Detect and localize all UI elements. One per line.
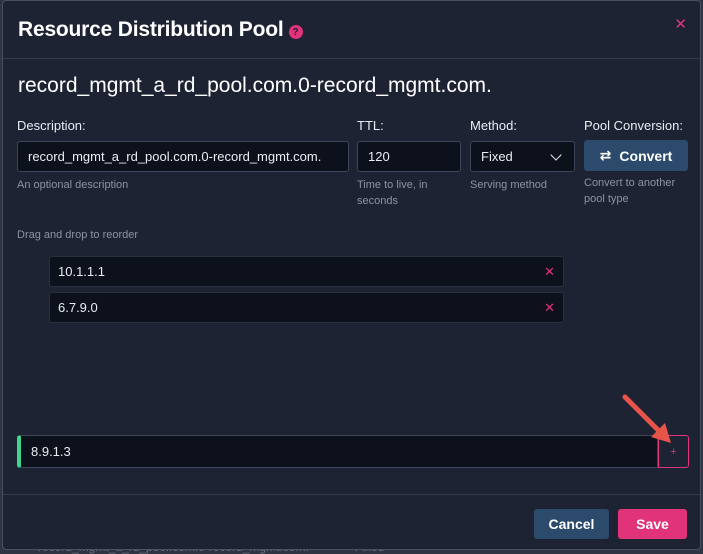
cancel-button[interactable]: Cancel [534,509,609,539]
pool-conversion-help-line1: Convert to another [584,177,676,189]
header-divider [3,58,700,59]
footer-divider [3,494,700,495]
method-label: Method: [470,118,517,133]
modal-header: Resource Distribution Pool ? [18,18,303,42]
swap-arrows-icon: ⇄ [599,147,612,163]
description-input[interactable]: record_mgmt_a_rd_pool.com.0-record_mgmt.… [17,141,349,172]
pool-item[interactable]: 10.1.1.1 ✕ [49,256,564,287]
description-label: Description: [17,118,86,133]
remove-icon[interactable]: ✕ [544,264,555,280]
method-select-value: Fixed [481,149,513,164]
pool-item-value: 6.7.9.0 [58,300,98,315]
pool-conversion-label: Pool Conversion: [584,118,683,133]
method-help: Serving method [470,179,548,191]
resource-pool-modal: Resource Distribution Pool ? ✕ record_mg… [2,0,701,550]
pool-conversion-help-line2: pool type [584,193,629,205]
pool-item[interactable]: 6.7.9.0 ✕ [49,292,564,323]
ttl-help-line2: seconds [357,195,398,207]
remove-icon[interactable]: ✕ [544,300,555,316]
close-icon[interactable]: ✕ [674,15,687,33]
new-entry-input[interactable]: 8.9.1.3 [17,435,658,468]
drag-hint: Drag and drop to reorder [17,229,139,241]
description-help: An optional description [17,179,129,191]
ttl-input[interactable]: 120 [357,141,461,172]
method-select[interactable]: Fixed [470,141,575,172]
ttl-help-line1: Time to live, in [357,179,428,191]
annotation-arrow [622,394,671,443]
ttl-help: Time to live, in seconds [357,177,428,209]
save-button[interactable]: Save [618,509,687,539]
chevron-down-icon [550,148,562,161]
record-name-heading: record_mgmt_a_rd_pool.com.0-record_mgmt.… [18,74,492,97]
pool-conversion-help: Convert to another pool type [584,175,675,207]
add-entry-row: 8.9.1.3 + [17,435,689,468]
convert-button[interactable]: ⇄ Convert [584,140,688,171]
modal-title: Resource Distribution Pool [18,18,284,41]
convert-button-label: Convert [619,147,673,164]
ttl-label: TTL: [357,118,384,133]
question-circle-icon[interactable]: ? [288,25,303,39]
pool-item-value: 10.1.1.1 [58,264,105,279]
